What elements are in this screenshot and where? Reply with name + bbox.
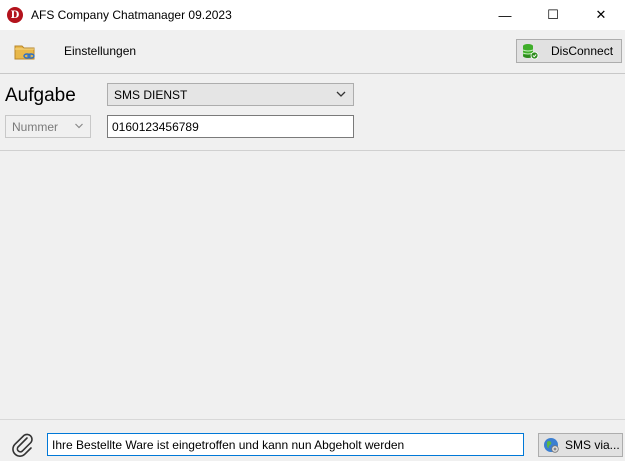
send-sms-button[interactable]: SMS via... (538, 433, 623, 457)
paperclip-icon (12, 433, 33, 457)
globe-icon (544, 438, 559, 453)
attach-button[interactable] (10, 431, 36, 457)
database-connected-icon (522, 44, 539, 60)
folder-link-icon (14, 45, 35, 60)
composer-divider (0, 419, 625, 420)
close-button[interactable]: ✕ (577, 0, 625, 30)
phone-number-input[interactable] (107, 115, 354, 138)
task-select[interactable]: SMS DIENST (107, 83, 354, 106)
folder-link-button[interactable] (14, 42, 36, 62)
settings-menu-button[interactable]: Einstellungen (64, 44, 136, 58)
chevron-down-icon (75, 123, 83, 129)
message-input[interactable] (47, 433, 524, 456)
disconnect-button[interactable]: DisConnect (516, 39, 622, 63)
task-select-value: SMS DIENST (114, 87, 188, 102)
toolbar: Einstellungen DisConnect (0, 30, 625, 74)
number-type-select[interactable]: Nummer (5, 115, 91, 138)
window-title: AFS Company Chatmanager 09.2023 (31, 8, 232, 22)
window-controls: — ☐ ✕ (481, 0, 625, 30)
send-sms-label: SMS via... (565, 438, 620, 452)
maximize-button[interactable]: ☐ (529, 0, 577, 30)
number-type-value: Nummer (12, 119, 59, 134)
task-label: Aufgabe (5, 85, 76, 106)
disconnect-label: DisConnect (551, 44, 614, 58)
chevron-down-icon (336, 91, 346, 97)
app-logo-icon: D (7, 7, 23, 23)
title-bar: D AFS Company Chatmanager 09.2023 — ☐ ✕ (0, 0, 625, 30)
minimize-button[interactable]: — (481, 0, 529, 30)
chat-history-area[interactable] (0, 151, 625, 419)
